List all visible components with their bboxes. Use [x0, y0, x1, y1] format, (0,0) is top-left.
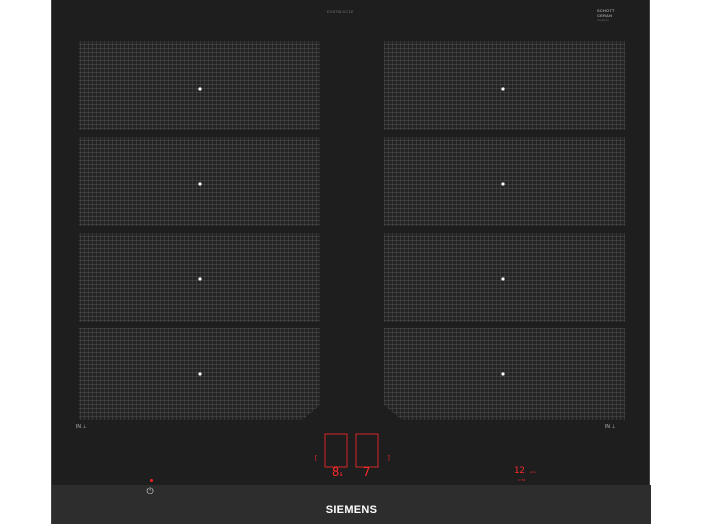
zone-right-3[interactable]	[384, 233, 625, 322]
power-indicator-led	[150, 479, 153, 482]
zone-right-1[interactable]	[384, 41, 625, 130]
right-level-bracket: ]	[387, 455, 391, 462]
right-display-frame	[355, 433, 379, 468]
zone-left-1[interactable]	[79, 41, 320, 130]
zone-center-dot	[198, 277, 202, 281]
zone-center-dot	[198, 372, 202, 376]
left-display-frame	[324, 433, 348, 468]
induction-cooktop: EX675LXC1E SCHOTT CERAN ceramic IN ⊥ IN …	[51, 0, 651, 524]
left-level-bracket: [	[314, 455, 318, 462]
right-zone-label: IN ⊥	[605, 424, 616, 430]
brand-logo: SIEMENS	[325, 504, 378, 516]
zone-center-dot	[501, 182, 505, 186]
zone-center-dot	[501, 372, 505, 376]
zone-center-dot	[198, 87, 202, 91]
induction-zone-icon: ⊥	[82, 424, 87, 430]
cooking-surface	[79, 41, 625, 494]
zone-right-2[interactable]	[384, 137, 625, 226]
zone-center-dot	[501, 277, 505, 281]
induction-zone-icon: ⊥	[611, 424, 616, 430]
zone-center-dot	[501, 87, 505, 91]
zone-left-2[interactable]	[79, 137, 320, 226]
right-power-display: 7	[363, 465, 371, 479]
left-power-display: 8s	[332, 465, 343, 479]
timer-display: 12 min	[514, 466, 536, 476]
power-icon[interactable]: ⏻	[145, 486, 155, 496]
timer-sub: 1:30	[518, 478, 526, 482]
left-zone-label: IN ⊥	[76, 424, 87, 430]
zone-center-dot	[198, 182, 202, 186]
